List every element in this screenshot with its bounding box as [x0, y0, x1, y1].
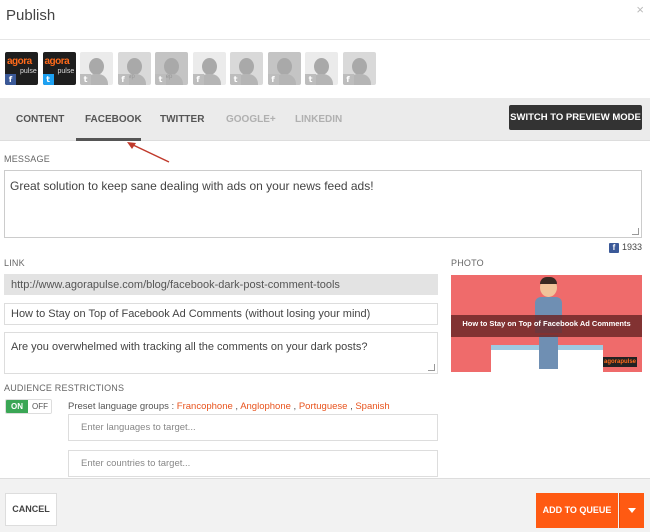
- twitter-icon: t: [230, 74, 241, 85]
- tab-google-plus[interactable]: GOOGLE+: [226, 98, 276, 141]
- facebook-icon: f: [117, 74, 129, 85]
- twitter-icon: t: [155, 74, 166, 85]
- profile-logo-subtext: pulse: [20, 68, 37, 75]
- twitter-icon: t: [80, 74, 91, 85]
- avatar-face: [314, 58, 329, 75]
- toggle-off-option[interactable]: OFF: [28, 400, 51, 413]
- avatar-face: [164, 58, 179, 75]
- tab-content[interactable]: CONTENT: [16, 98, 64, 141]
- facebook-icon: f: [267, 74, 279, 85]
- facebook-icon: f: [342, 74, 354, 85]
- twitter-icon: t: [42, 74, 54, 85]
- profile-avatar[interactable]: agora pulse f: [5, 52, 38, 85]
- queue-options-dropdown[interactable]: [619, 493, 644, 528]
- switch-to-preview-button[interactable]: SWITCH TO PREVIEW MODE: [509, 105, 642, 130]
- message-label: MESSAGE: [4, 154, 50, 164]
- modal-footer: CANCEL ADD TO QUEUE: [0, 478, 650, 532]
- link-label: LINK: [4, 258, 25, 268]
- preset-label: Preset language groups :: [68, 401, 175, 412]
- modal-header: Publish ×: [0, 0, 650, 40]
- profile-logo-subtext: pulse: [57, 68, 75, 75]
- profile-avatar[interactable]: t: [305, 52, 338, 85]
- audience-restrictions-label: AUDIENCE RESTRICTIONS: [4, 383, 125, 393]
- profile-avatar[interactable]: t: [80, 52, 113, 85]
- photo-logo: agorapulse: [603, 357, 637, 367]
- toggle-on-option[interactable]: ON: [6, 400, 28, 413]
- link-title-field[interactable]: How to Stay on Top of Facebook Ad Commen…: [4, 303, 438, 325]
- facebook-icon: f: [192, 74, 204, 85]
- avatar-face: [89, 58, 104, 75]
- languages-input[interactable]: Enter languages to target...: [68, 414, 438, 441]
- illustration-figure-hair: [540, 277, 557, 284]
- profile-avatar[interactable]: f: [267, 52, 301, 85]
- facebook-icon: f: [609, 243, 619, 253]
- link-preview-photo[interactable]: How to Stay on Top of Facebook Ad Commen…: [451, 275, 642, 372]
- avatar-face: [239, 58, 254, 75]
- countries-input[interactable]: Enter countries to target...: [68, 450, 438, 477]
- illustration-figure-legs: [539, 335, 558, 369]
- avatar-face: [126, 58, 142, 75]
- preset-separator: ,: [235, 401, 239, 412]
- add-to-queue-button[interactable]: ADD TO QUEUE: [536, 493, 618, 528]
- chevron-down-icon: [628, 508, 636, 513]
- resize-handle-icon[interactable]: [632, 228, 639, 235]
- profile-avatar[interactable]: pnept: [155, 52, 188, 85]
- profile-selector: agorapulsefagorapulsettpnepfpneptftftf: [0, 40, 650, 98]
- profile-avatar[interactable]: t: [230, 52, 263, 85]
- close-icon[interactable]: ×: [636, 2, 644, 17]
- preset-language-groups: Preset language groups : Francophone , A…: [68, 401, 390, 412]
- annotation-arrow-icon: [127, 142, 170, 163]
- modal-title: Publish: [6, 7, 56, 24]
- link-description-field[interactable]: Are you overwhelmed with tracking all th…: [4, 332, 438, 374]
- preset-anglophone-link[interactable]: Anglophone: [240, 401, 291, 412]
- message-text: Great solution to keep sane dealing with…: [10, 179, 374, 193]
- network-tabs: CONTENT FACEBOOK TWITTER GOOGLE+ LINKEDI…: [0, 98, 650, 141]
- profile-logo-text: agora: [44, 56, 70, 67]
- link-url-field: http://www.agorapulse.com/blog/facebook-…: [4, 274, 438, 295]
- twitter-icon: t: [305, 74, 316, 85]
- preset-separator: ,: [293, 401, 297, 412]
- photo-caption: How to Stay on Top of Facebook Ad Commen…: [462, 319, 631, 328]
- preset-francophone-link[interactable]: Francophone: [177, 401, 233, 412]
- character-count: 1933: [622, 242, 643, 252]
- preset-spanish-link[interactable]: Spanish: [355, 401, 389, 412]
- avatar-face: [351, 58, 367, 75]
- preset-portuguese-link[interactable]: Portuguese: [299, 401, 348, 412]
- link-description-text: Are you overwhelmed with tracking all th…: [11, 341, 368, 353]
- photo-label: PHOTO: [451, 258, 484, 268]
- message-textarea[interactable]: Great solution to keep sane dealing with…: [4, 170, 642, 238]
- preset-separator: ,: [350, 401, 353, 412]
- profile-avatar[interactable]: f: [342, 52, 376, 85]
- profile-avatar[interactable]: f: [192, 52, 226, 85]
- audience-toggle[interactable]: ON OFF: [5, 399, 52, 414]
- avatar-face: [201, 58, 217, 75]
- tab-facebook[interactable]: FACEBOOK: [85, 98, 142, 141]
- profile-logo-text: agora: [7, 56, 32, 67]
- profile-avatar[interactable]: agora pulse t: [42, 52, 76, 85]
- resize-handle-icon[interactable]: [428, 364, 435, 371]
- facebook-icon: f: [5, 74, 16, 85]
- profile-avatar[interactable]: pnepf: [117, 52, 151, 85]
- tab-linkedin[interactable]: LINKEDIN: [295, 98, 342, 141]
- avatar-face: [276, 58, 292, 75]
- tab-twitter[interactable]: TWITTER: [160, 98, 204, 141]
- cancel-button[interactable]: CANCEL: [5, 493, 57, 526]
